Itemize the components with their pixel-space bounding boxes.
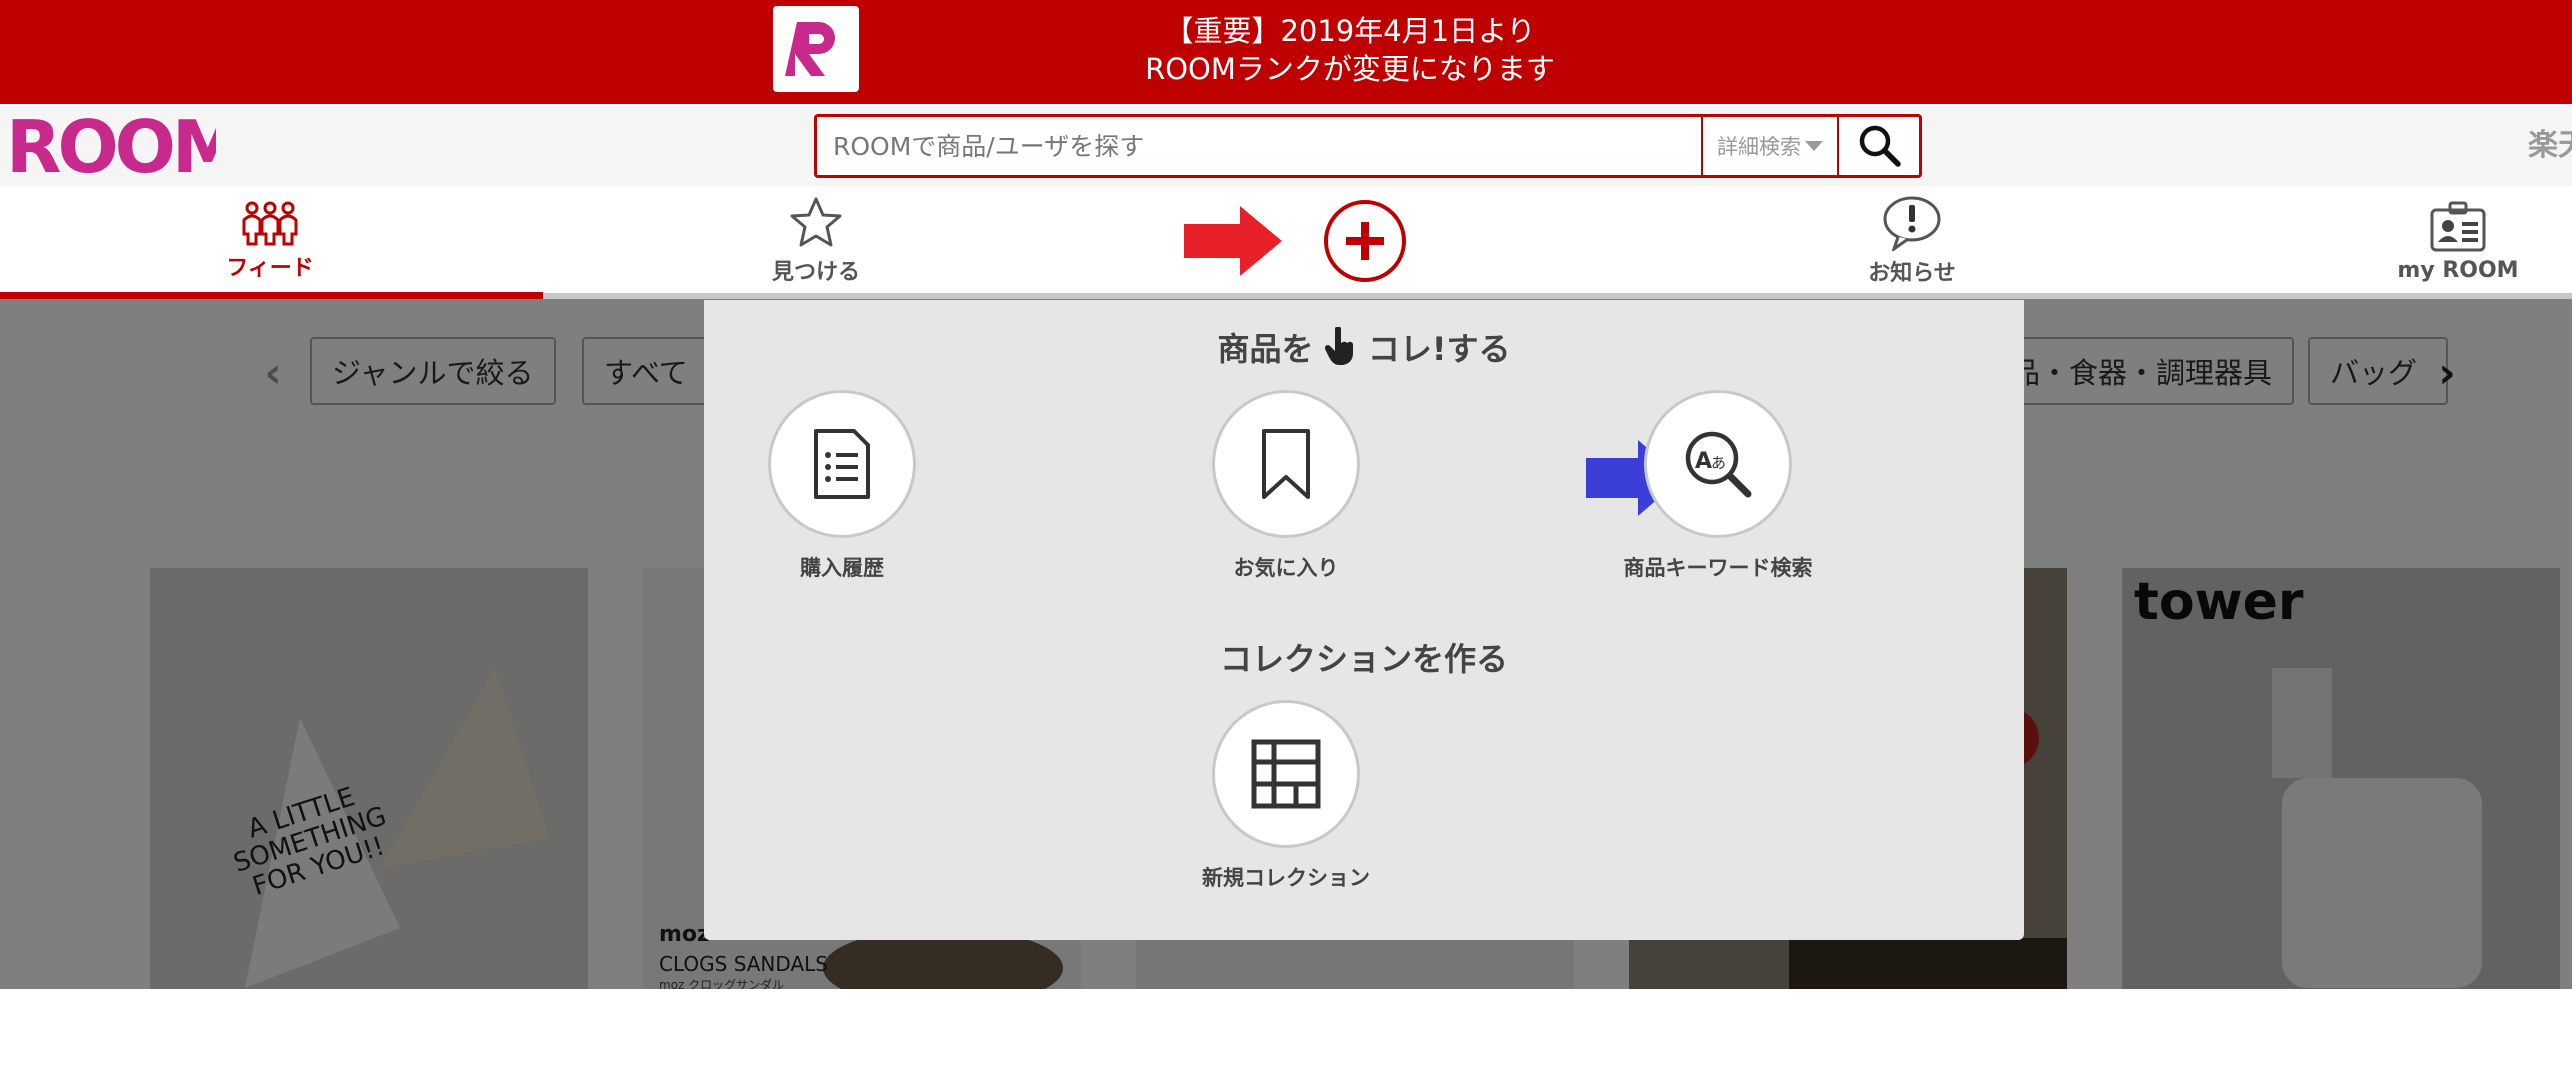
- room-logo[interactable]: ROOM: [6, 105, 244, 189]
- favorites-label: お気に入り: [1233, 556, 1339, 580]
- nav-feed[interactable]: フィード: [170, 186, 370, 296]
- nav-notifications[interactable]: お知らせ: [1812, 186, 2012, 296]
- document-list-icon: [814, 429, 870, 499]
- detail-search-label: 詳細検索: [1717, 135, 1801, 159]
- keyword-search-circle: A あ: [1644, 390, 1792, 538]
- add-item-modal: 商品を コレ!する 購入履歴 お気に入り A あ 商品キーワード検索 コレクショ…: [704, 300, 2024, 940]
- rakuten-link[interactable]: 楽天: [2528, 120, 2572, 164]
- nav-discover[interactable]: 見つける: [716, 186, 916, 296]
- people-icon: [242, 201, 298, 246]
- new-collection-label: 新規コレクション: [1202, 866, 1370, 890]
- nav-discover-label: 見つける: [771, 260, 860, 285]
- red-arrow-icon: [1184, 206, 1282, 276]
- nav-feed-label: フィード: [226, 256, 314, 281]
- nav-my-room[interactable]: my ROOM: [2358, 186, 2558, 296]
- search-icon: [1859, 125, 1901, 167]
- plus-icon: [1346, 222, 1384, 260]
- notification-icon: [1883, 196, 1941, 251]
- announcement-banner[interactable]: 【重要】2019年4月1日より ROOMランクが変更になります: [0, 0, 2572, 104]
- section-title-prefix: 商品を: [1217, 330, 1314, 368]
- new-collection-button[interactable]: 新規コレクション: [1156, 700, 1416, 892]
- bookmark-icon: [1262, 429, 1310, 499]
- purchase-history-circle: [768, 390, 916, 538]
- nav-my-room-label: my ROOM: [2397, 257, 2519, 283]
- keyword-search-label: 商品キーワード検索: [1623, 556, 1813, 580]
- caret-down-icon: [1805, 141, 1823, 151]
- purchase-history-label: 購入履歴: [800, 556, 884, 580]
- purchase-history-button[interactable]: 購入履歴: [712, 390, 972, 582]
- star-icon: [790, 197, 842, 247]
- section-title-collection: コレクションを作る: [1219, 640, 1508, 678]
- favorites-circle: [1212, 390, 1360, 538]
- keyword-search-button[interactable]: A あ 商品キーワード検索: [1588, 390, 1848, 582]
- svg-text:A: A: [1695, 449, 1712, 474]
- grid-layout-icon: [1251, 739, 1321, 809]
- pointing-hand-icon: [1324, 326, 1353, 365]
- nav-notifications-label: お知らせ: [1868, 261, 1956, 286]
- search-button[interactable]: [1841, 117, 1919, 175]
- banner-line-2: ROOMランクが変更になります: [1145, 52, 1555, 86]
- svg-text:あ: あ: [1711, 454, 1726, 472]
- section-title-item: 商品を コレ!する: [704, 324, 2024, 370]
- main-nav: フィード 見つける お知らせ my ROOM: [0, 186, 2572, 296]
- banner-line-1: 【重要】2019年4月1日より: [1164, 14, 1536, 48]
- room-r-logo: [773, 6, 859, 92]
- svg-text:ROOM: ROOM: [6, 110, 216, 180]
- section-title-suffix: コレ!する: [1367, 330, 1511, 368]
- new-collection-circle: [1212, 700, 1360, 848]
- search-input[interactable]: [817, 117, 1701, 175]
- search-box: 詳細検索: [814, 114, 1922, 178]
- banner-message[interactable]: 【重要】2019年4月1日より ROOMランクが変更になります: [1000, 12, 1700, 88]
- id-card-icon: [2430, 201, 2486, 251]
- add-item-button[interactable]: [1324, 200, 1406, 282]
- favorites-button[interactable]: お気に入り: [1156, 390, 1416, 582]
- detail-search-dropdown[interactable]: 詳細検索: [1701, 117, 1839, 175]
- keyword-search-icon: A あ: [1685, 431, 1752, 498]
